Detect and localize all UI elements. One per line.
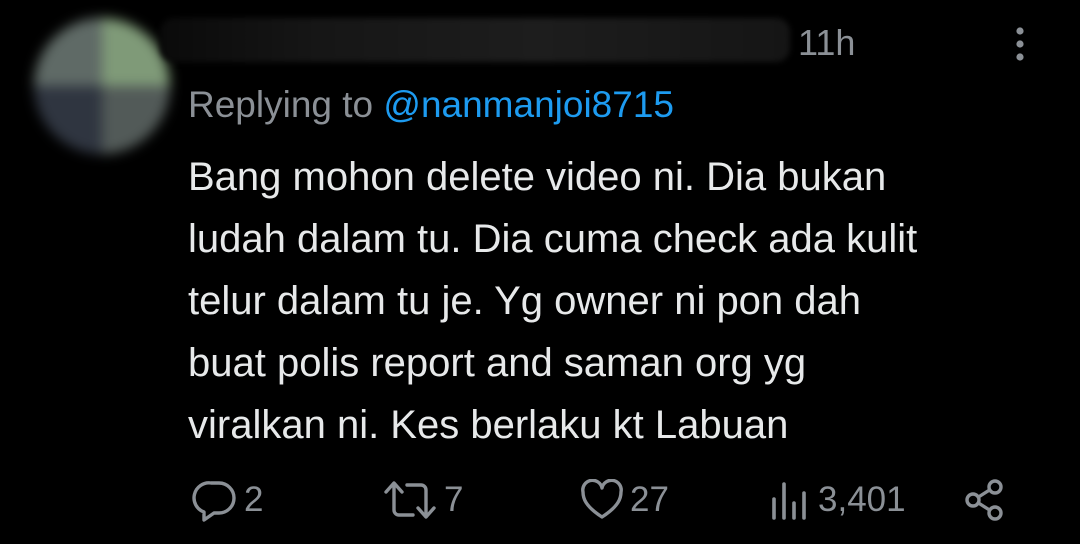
retweet-button[interactable]: 7	[382, 476, 463, 524]
views-icon	[768, 479, 812, 521]
tweet-text-line: buat polis report and saman org yg	[188, 341, 807, 385]
tweet-text-line: telur dalam tu je. Yg owner ni pon dah	[188, 279, 862, 323]
more-vertical-icon[interactable]	[1008, 24, 1032, 64]
retweet-icon	[382, 478, 438, 522]
tweet-text-line: viralkan ni. Kes berlaku kt Labuan	[188, 403, 789, 447]
views-button[interactable]: 3,401	[768, 476, 906, 524]
replying-handle-link[interactable]: @nanmanjoi8715	[383, 84, 674, 125]
replying-to: Replying to @nanmanjoi8715	[188, 80, 674, 130]
tweet-text-line: ludah dalam tu. Dia cuma check ada kulit	[188, 217, 918, 261]
timestamp[interactable]: 11h	[798, 20, 855, 66]
share-icon	[962, 478, 1006, 522]
replying-prefix: Replying to	[188, 84, 384, 125]
redacted-author-name	[160, 18, 790, 62]
avatar[interactable]	[34, 18, 170, 154]
like-button[interactable]: 27	[580, 476, 669, 524]
share-button[interactable]	[962, 476, 1006, 524]
tweet-text-line: Bang mohon delete video ni. Dia bukan	[188, 155, 887, 199]
view-count: 3,401	[818, 480, 906, 519]
reply-icon	[192, 478, 238, 522]
like-count: 27	[630, 480, 669, 519]
reply-button[interactable]: 2	[192, 476, 263, 524]
reply-count: 2	[244, 480, 264, 519]
retweet-count: 7	[444, 480, 464, 519]
heart-icon	[580, 479, 624, 521]
tweet-text: Bang mohon delete video ni. Dia bukan lu…	[188, 146, 1048, 456]
